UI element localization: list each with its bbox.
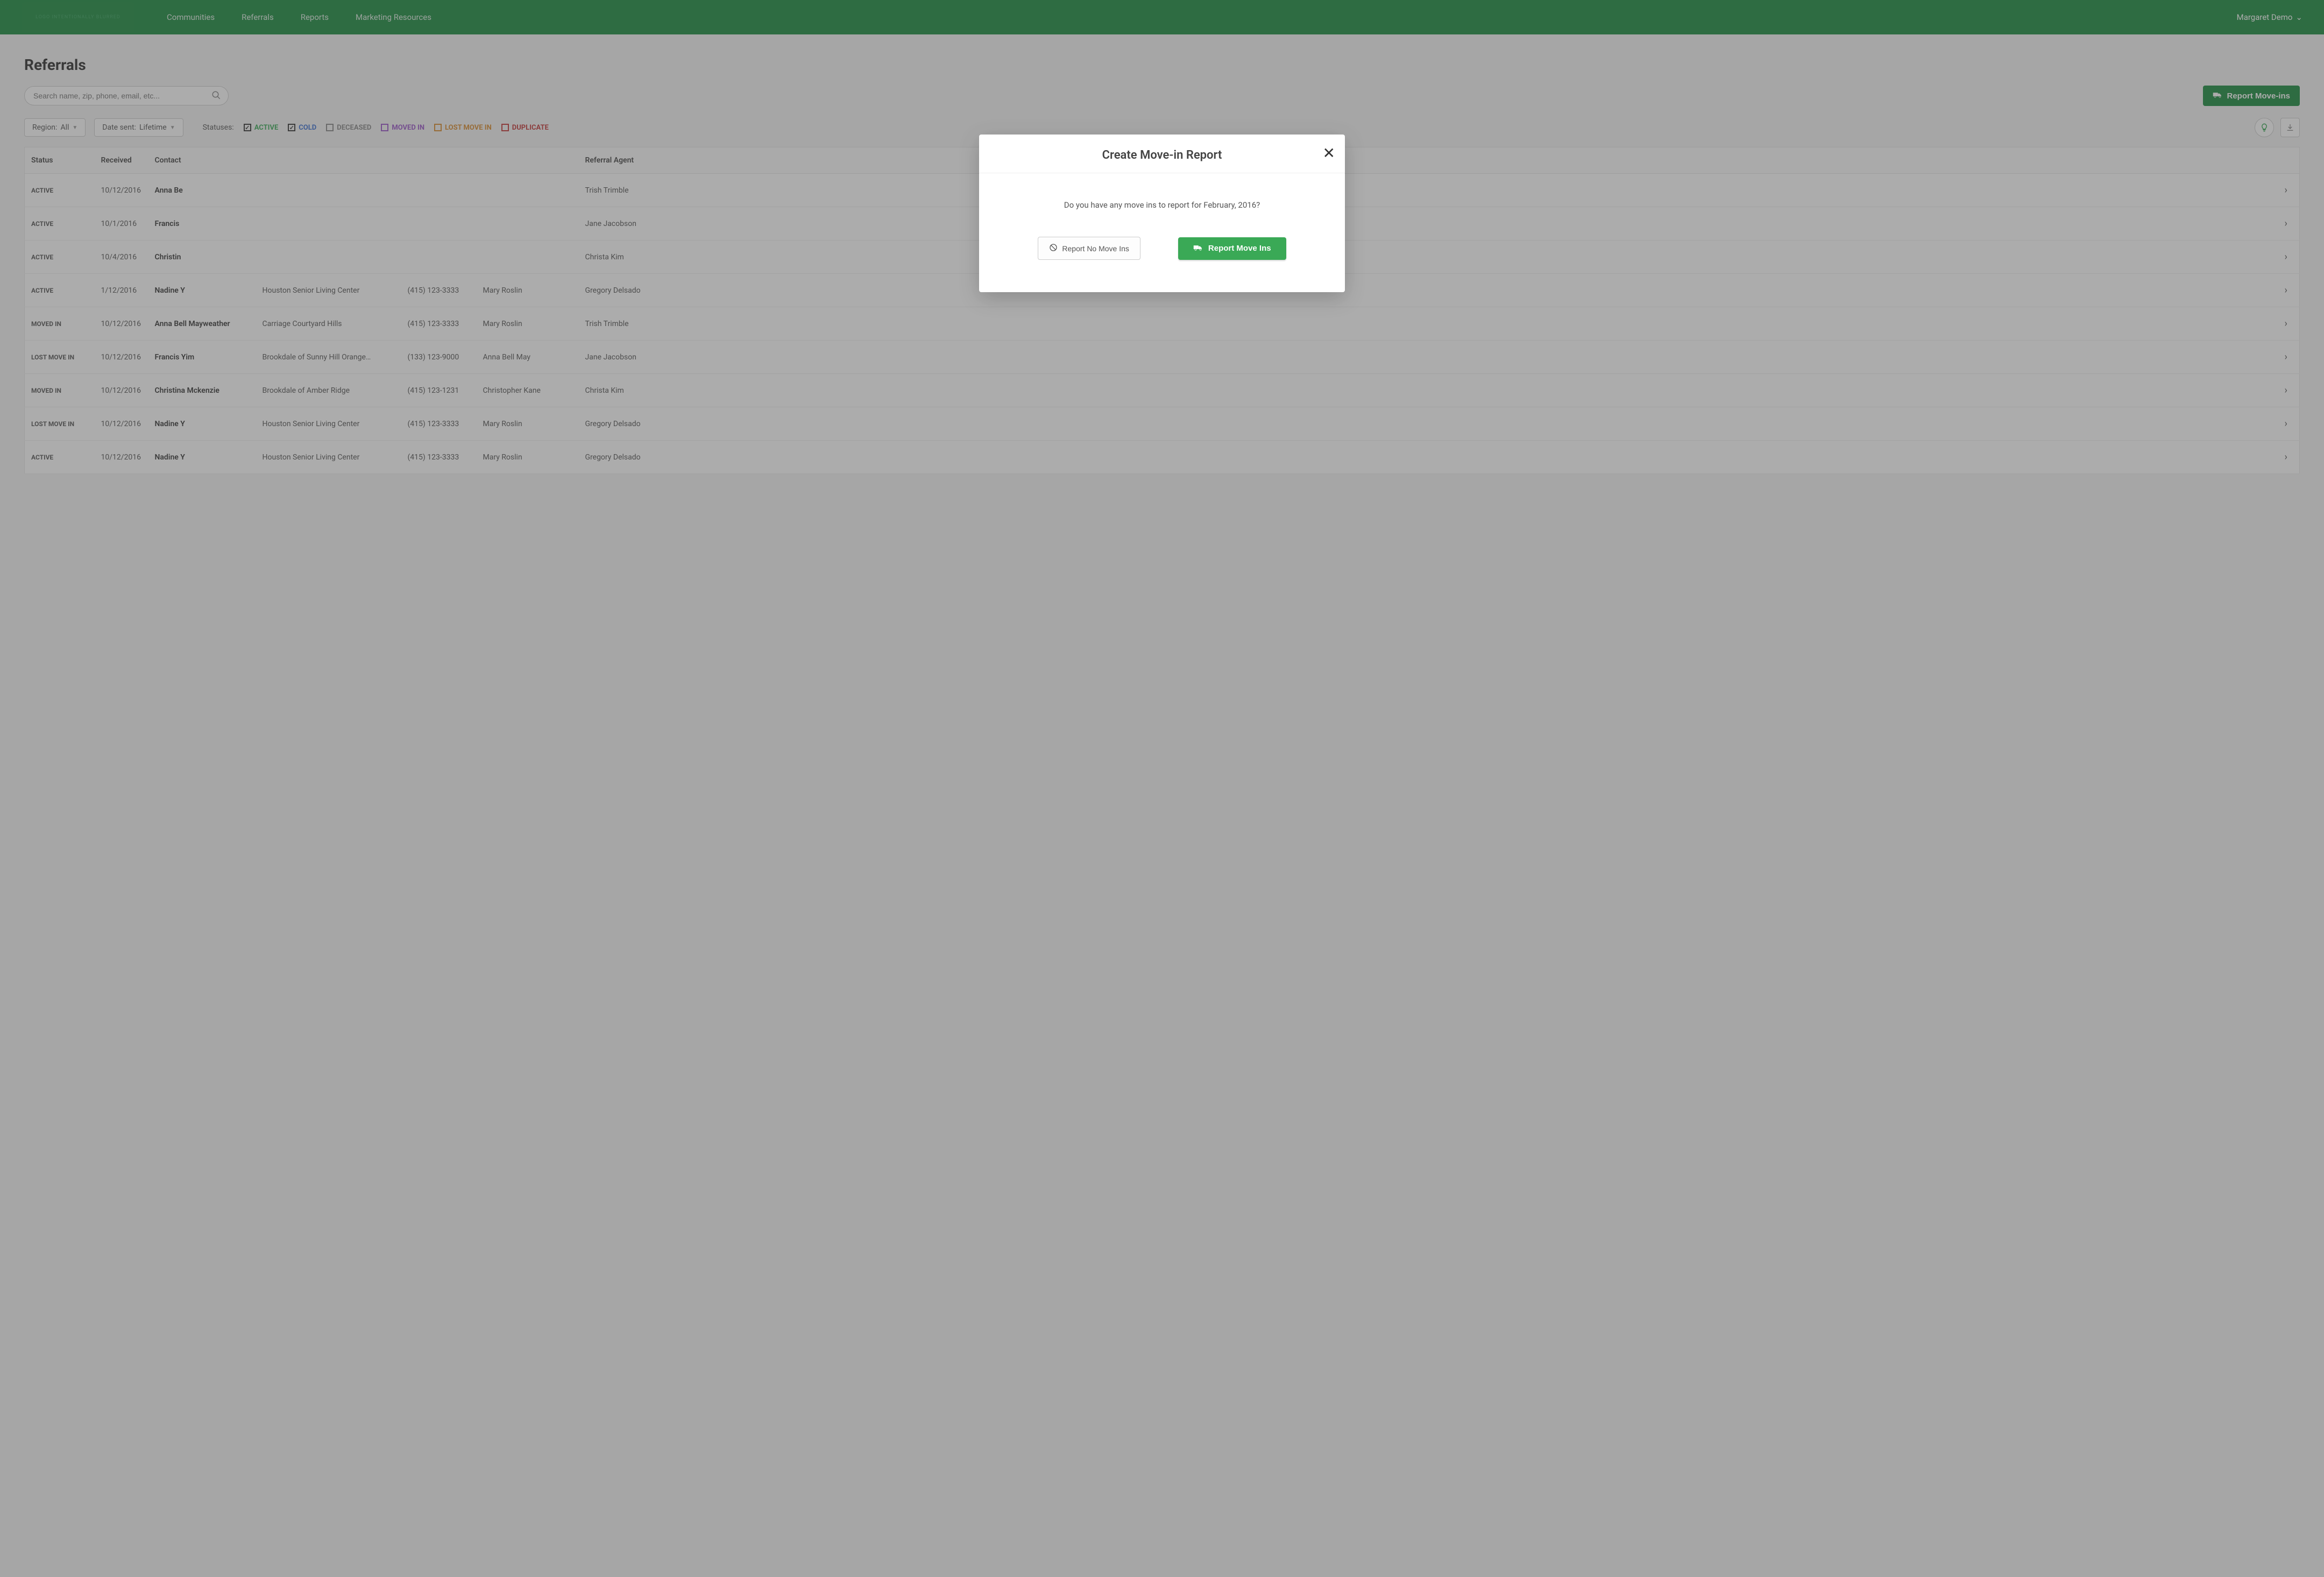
modal-overlay[interactable]: Create Move-in Report ✕ Do you have any … xyxy=(0,0,2324,1577)
modal-body: Do you have any move ins to report for F… xyxy=(979,173,1345,292)
movein-modal: Create Move-in Report ✕ Do you have any … xyxy=(979,135,1345,292)
modal-header: Create Move-in Report ✕ xyxy=(979,135,1345,173)
no-moveins-label: Report No Move Ins xyxy=(1062,244,1129,253)
prohibit-icon xyxy=(1049,243,1058,253)
truck-icon xyxy=(1193,244,1203,253)
report-moveins-confirm-button[interactable]: Report Move Ins xyxy=(1178,237,1286,260)
modal-title: Create Move-in Report xyxy=(990,148,1334,162)
yes-moveins-label: Report Move Ins xyxy=(1208,244,1271,253)
close-icon: ✕ xyxy=(1323,145,1335,161)
modal-close-button[interactable]: ✕ xyxy=(1323,144,1335,162)
modal-actions: Report No Move Ins Report Move Ins xyxy=(1001,237,1323,260)
report-no-moveins-button[interactable]: Report No Move Ins xyxy=(1038,237,1140,260)
modal-question: Do you have any move ins to report for F… xyxy=(1001,200,1323,210)
